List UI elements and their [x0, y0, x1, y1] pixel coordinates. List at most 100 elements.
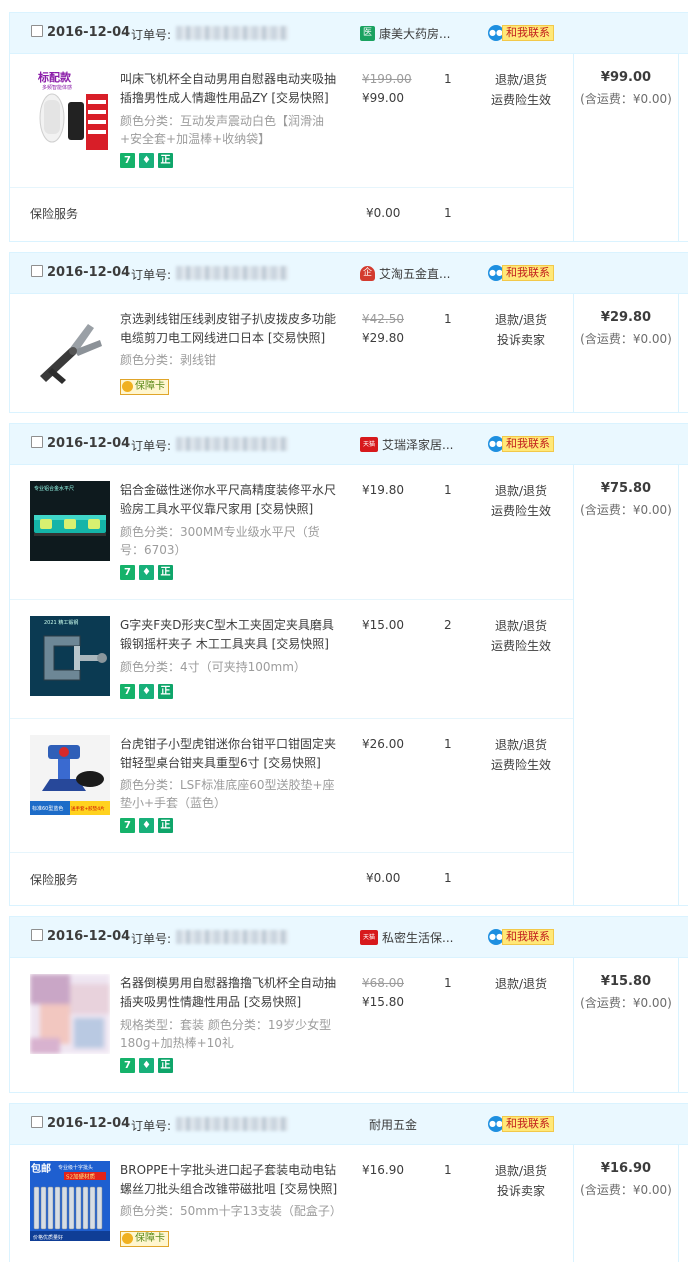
- actual-price: ¥26.00: [362, 737, 404, 751]
- service-tags: 7 ♦ 正: [120, 818, 177, 833]
- product-thumbnail[interactable]: 专业铝合金水平尺: [30, 481, 110, 561]
- product-title-link[interactable]: 名器倒模男用自慰器撸撸飞机杯全自动抽插夹吸男性情趣性用品 [交易快照]: [120, 974, 342, 1012]
- contact-seller-button[interactable]: ●● 和我联系: [488, 265, 554, 282]
- contact-seller-button[interactable]: ●● 和我联系: [488, 436, 554, 453]
- refund-return-link[interactable]: 退款/退货: [482, 310, 560, 330]
- guarantee-shield-icon[interactable]: ♦: [139, 1058, 154, 1073]
- seven-day-return-icon[interactable]: 7: [120, 153, 135, 168]
- product-title-link[interactable]: 台虎钳子小型虎钳迷你台钳平口钳固定夹钳轻型桌台钳夹具重型6寸 [交易快照]: [120, 735, 342, 773]
- shipping-fee: (含运费：¥0.00): [580, 92, 672, 106]
- refund-return-link[interactable]: 退款/退货: [482, 616, 560, 636]
- guarantee-shield-icon[interactable]: ♦: [139, 818, 154, 833]
- product-title-link[interactable]: 铝合金磁性迷你水平尺高精度装修平水尺验房工具水平仪靠尺家用 [交易快照]: [120, 481, 342, 519]
- original-price: ¥68.00: [362, 976, 404, 990]
- item-actions: 退款/退货 运费险生效: [482, 70, 560, 110]
- seven-day-return-icon[interactable]: 7: [120, 565, 135, 580]
- product-thumbnail[interactable]: 包邮 专业级十字批头 S2加硬材质 价格优质量好: [30, 1161, 110, 1241]
- service-tags: 7 ♦ 正: [120, 1058, 177, 1073]
- actual-price: ¥15.80: [362, 995, 404, 1009]
- genuine-product-icon[interactable]: 正: [158, 565, 173, 580]
- insurance-row: 保险服务 ¥0.00 1: [10, 188, 573, 241]
- product-title-link[interactable]: G字夹F夹D形夹C型木工夹固定夹具磨具锻钢摇杆夹子 木工工具夹具 [交易快照]: [120, 616, 342, 654]
- order-number-label: 订单号:: [131, 268, 172, 282]
- contact-seller-button[interactable]: ●● 和我联系: [488, 1116, 554, 1133]
- quantity: 1: [444, 312, 452, 326]
- refund-return-link[interactable]: 退款/退货: [482, 735, 560, 755]
- original-price: ¥199.00: [362, 72, 412, 86]
- order-checkbox[interactable]: [31, 265, 43, 277]
- genuine-product-icon[interactable]: 正: [158, 818, 173, 833]
- thumb-headline: 标配款: [37, 70, 72, 84]
- order-header: 2016-12-04 订单号: 医康美大药房... ●● 和我联系: [10, 13, 688, 54]
- product-thumbnail[interactable]: 标准60型蓝色 送手套+胶垫4片: [30, 735, 110, 815]
- product-thumbnail[interactable]: [30, 310, 110, 390]
- order-item-row: 包邮 专业级十字批头 S2加硬材质 价格优质量好 BROPPE十字批头进口起子套…: [10, 1145, 573, 1262]
- guarantee-shield-icon[interactable]: ♦: [139, 565, 154, 580]
- complain-seller-link[interactable]: 投诉卖家: [482, 330, 560, 350]
- order-date: 2016-12-04: [47, 436, 131, 451]
- shipping-insurance-link[interactable]: 运费险生效: [482, 755, 560, 775]
- quantity: 1: [444, 72, 452, 86]
- shop-link[interactable]: 天猫 艾瑞泽家居...: [360, 436, 453, 453]
- order-card: 2016-12-04 订单号: 天猫 私密生活保... ●● 和我联系 名器倒模男用…: [9, 916, 688, 1093]
- thumb-material: S2加硬材质: [66, 1173, 95, 1181]
- refund-return-link[interactable]: 退款/退货: [482, 70, 560, 90]
- product-title-link[interactable]: 京选剥线钳压线剥皮钳子扒皮拨皮多功能电缆剪刀电工网线进口日本 [交易快照]: [120, 310, 342, 348]
- enterprise-badge-icon: 企: [360, 266, 375, 281]
- complain-seller-link[interactable]: 投诉卖家: [482, 1181, 560, 1201]
- order-total: ¥16.90: [600, 1161, 652, 1176]
- product-title-link[interactable]: BROPPE十字批头进口起子套装电动电钻螺丝刀批头组合改锥带磁批咀 [交易快照]: [120, 1161, 342, 1199]
- product-thumbnail[interactable]: [30, 974, 110, 1054]
- shipping-insurance-link[interactable]: 运费险生效: [482, 501, 560, 521]
- seven-day-return-icon[interactable]: 7: [120, 684, 135, 699]
- order-total: ¥99.00: [600, 70, 652, 85]
- service-tags: 保障卡: [120, 378, 169, 395]
- shop-link[interactable]: 耐用五金: [369, 1116, 417, 1133]
- product-spec: 规格类型：套装 颜色分类：19岁少女型180g+加热棒+10礼: [120, 1018, 332, 1050]
- insurance-label: 保险服务: [30, 873, 79, 887]
- product-title-link[interactable]: 叫床飞机杯全自动男用自慰器电动夹吸抽插撸男性成人情趣性用品ZY [交易快照]: [120, 70, 342, 108]
- order-total-column: ¥75.80 (含运费：¥0.00): [573, 465, 679, 905]
- order-item-row: 标准60型蓝色 送手套+胶垫4片 台虎钳子小型虎钳迷你台钳平口钳固定夹钳轻型桌台…: [10, 719, 573, 853]
- product-thumbnail[interactable]: 2021 精工锻钢: [30, 616, 110, 696]
- guarantee-card-badge[interactable]: 保障卡: [120, 379, 169, 395]
- guarantee-shield-icon[interactable]: ♦: [139, 153, 154, 168]
- genuine-product-icon[interactable]: 正: [158, 1058, 173, 1073]
- shop-link[interactable]: 天猫 私密生活保...: [360, 929, 453, 946]
- order-checkbox[interactable]: [31, 929, 43, 941]
- guarantee-card-badge[interactable]: 保障卡: [120, 1231, 169, 1247]
- product-thumbnail[interactable]: 标配款 多频智能体感: [30, 70, 110, 150]
- shop-link[interactable]: 企艾淘五金直...: [360, 265, 450, 282]
- shop-name: 耐用五金: [369, 1118, 418, 1132]
- shipping-insurance-link[interactable]: 运费险生效: [482, 90, 560, 110]
- order-checkbox[interactable]: [31, 436, 43, 448]
- shop-link[interactable]: 医康美大药房...: [360, 25, 450, 42]
- refund-return-link[interactable]: 退款/退货: [482, 481, 560, 501]
- seven-day-return-icon[interactable]: 7: [120, 818, 135, 833]
- thumb-caption: 2021 精工锻钢: [44, 619, 78, 626]
- order-date: 2016-12-04: [47, 25, 131, 40]
- seven-day-return-icon[interactable]: 7: [120, 1058, 135, 1073]
- contact-seller-button[interactable]: ●● 和我联系: [488, 929, 554, 946]
- product-spec: 颜色分类：互动发声震动白色【润滑油+安全套+加温棒+收纳袋】: [120, 114, 325, 146]
- thumb-caption: 标准60型蓝色: [32, 805, 63, 812]
- shipping-fee: (含运费：¥0.00): [580, 996, 672, 1010]
- actual-price: ¥15.00: [362, 618, 404, 632]
- order-total-column: ¥99.00 (含运费：¥0.00): [573, 54, 679, 241]
- order-checkbox[interactable]: [31, 1116, 43, 1128]
- order-checkbox[interactable]: [31, 25, 43, 37]
- product-spec: 颜色分类：LSF标准底座60型送胶垫+座垫小+手套（蓝色）: [120, 778, 335, 810]
- genuine-product-icon[interactable]: 正: [158, 153, 173, 168]
- refund-return-link[interactable]: 退款/退货: [482, 974, 560, 994]
- order-total: ¥75.80: [600, 481, 652, 496]
- genuine-product-icon[interactable]: 正: [158, 684, 173, 699]
- order-card: 2016-12-04 订单号: 天猫 艾瑞泽家居... ●● 和我联系 专业铝合金水…: [9, 423, 688, 906]
- shipping-insurance-link[interactable]: 运费险生效: [482, 636, 560, 656]
- quantity: 1: [444, 483, 452, 497]
- guarantee-shield-icon[interactable]: ♦: [139, 684, 154, 699]
- product-spec: 颜色分类：4寸（可夹持100mm）: [120, 660, 306, 674]
- refund-return-link[interactable]: 退款/退货: [482, 1161, 560, 1181]
- actual-price: ¥29.80: [362, 331, 404, 345]
- thumb-tag: 送手套+胶垫4片: [71, 805, 105, 812]
- contact-seller-button[interactable]: ●● 和我联系: [488, 25, 554, 42]
